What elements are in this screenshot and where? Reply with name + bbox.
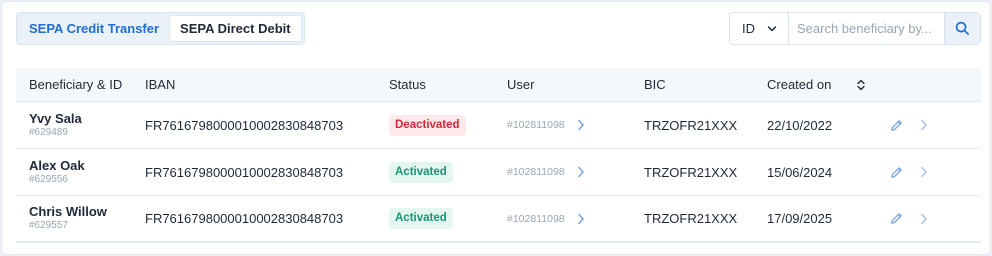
table-row[interactable]: Yvy Sala #629489 FR761679800001000283084… xyxy=(16,102,981,149)
search-icon xyxy=(955,21,969,35)
status-cell: Deactivated xyxy=(389,114,507,136)
chevron-down-icon xyxy=(767,25,777,31)
row-open-button[interactable] xyxy=(920,213,928,225)
pencil-icon xyxy=(891,213,902,224)
row-actions xyxy=(889,165,981,180)
table-row[interactable]: Chris Willow #629557 FR76167980000100028… xyxy=(16,196,981,243)
status-cell: Activated xyxy=(389,208,507,229)
pencil-icon xyxy=(891,119,902,131)
iban-cell: FR7616798000010002830848703 xyxy=(145,117,344,133)
bic-cell: TRZOFR21XXX xyxy=(644,164,738,180)
created-cell: 15/06/2024 xyxy=(767,164,833,180)
bic-cell: TRZOFR21XXX xyxy=(644,117,738,133)
beneficiaries-panel: SEPA Credit Transfer SEPA Direct Debit I… xyxy=(1,1,991,255)
chevron-right-icon[interactable] xyxy=(577,119,585,131)
status-badge: Deactivated xyxy=(389,114,466,136)
chevron-right-icon xyxy=(921,213,927,224)
search-filter-value: ID xyxy=(742,21,755,36)
beneficiaries-table: Beneficiary & ID IBAN Status User BIC Cr… xyxy=(16,68,981,243)
user-cell[interactable]: #102811098 xyxy=(507,119,644,131)
user-id: #102811098 xyxy=(507,212,565,225)
created-cell: 17/09/2025 xyxy=(767,211,833,226)
beneficiary-id: #629556 xyxy=(29,173,68,185)
header-status: Status xyxy=(389,77,426,92)
table-header: Beneficiary & ID IBAN Status User BIC Cr… xyxy=(16,68,981,102)
row-open-button[interactable] xyxy=(920,119,928,131)
search-bar: ID xyxy=(729,12,981,45)
search-button[interactable] xyxy=(944,13,980,44)
iban-cell: FR7616798000010002830848703 xyxy=(145,211,344,226)
chevron-right-icon[interactable] xyxy=(577,213,585,225)
beneficiary-cell: Chris Willow #629557 xyxy=(16,204,145,233)
search-filter-select[interactable]: ID xyxy=(730,13,789,44)
beneficiary-name: Chris Willow xyxy=(29,204,107,219)
user-cell[interactable]: #102811098 xyxy=(507,213,644,225)
tab-sepa-direct-debit[interactable]: SEPA Direct Debit xyxy=(169,15,302,42)
beneficiary-cell: Alex Oak #629556 xyxy=(16,158,145,187)
chevron-right-icon xyxy=(921,119,927,131)
beneficiary-id: #629489 xyxy=(29,126,68,138)
beneficiary-id: #629557 xyxy=(29,220,68,231)
status-cell: Activated xyxy=(389,161,507,183)
beneficiary-name: Yvy Sala xyxy=(29,110,82,126)
iban-cell: FR7616798000010002830848703 xyxy=(145,164,344,180)
header-bic: BIC xyxy=(644,77,666,92)
edit-button[interactable] xyxy=(889,165,904,180)
header-beneficiary: Beneficiary & ID xyxy=(29,77,123,92)
beneficiary-name: Alex Oak xyxy=(29,157,85,173)
status-badge: Activated xyxy=(389,161,453,183)
tab-sepa-credit-transfer[interactable]: SEPA Credit Transfer xyxy=(19,15,169,42)
pencil-icon xyxy=(891,166,902,178)
user-id: #102811098 xyxy=(507,166,565,178)
user-cell[interactable]: #102811098 xyxy=(507,166,644,178)
created-cell: 22/10/2022 xyxy=(767,117,833,133)
status-badge: Activated xyxy=(389,208,453,229)
header-user: User xyxy=(507,77,535,92)
user-id: #102811098 xyxy=(507,119,565,131)
bic-cell: TRZOFR21XXX xyxy=(644,211,738,226)
tab-bar: SEPA Credit Transfer SEPA Direct Debit xyxy=(16,12,305,45)
search-input[interactable] xyxy=(789,13,944,44)
header-created[interactable]: Created on xyxy=(767,77,889,92)
row-open-button[interactable] xyxy=(920,166,928,178)
edit-button[interactable] xyxy=(889,118,904,133)
edit-button[interactable] xyxy=(889,211,904,226)
beneficiary-cell: Yvy Sala #629489 xyxy=(16,111,145,140)
sort-icon[interactable] xyxy=(857,79,866,91)
row-actions xyxy=(889,118,981,133)
header-created-label: Created on xyxy=(767,77,832,92)
header-iban: IBAN xyxy=(145,77,176,92)
chevron-right-icon[interactable] xyxy=(577,166,585,178)
row-actions xyxy=(889,211,981,226)
table-row[interactable]: Alex Oak #629556 FR761679800001000283084… xyxy=(16,149,981,196)
chevron-right-icon xyxy=(921,166,927,178)
